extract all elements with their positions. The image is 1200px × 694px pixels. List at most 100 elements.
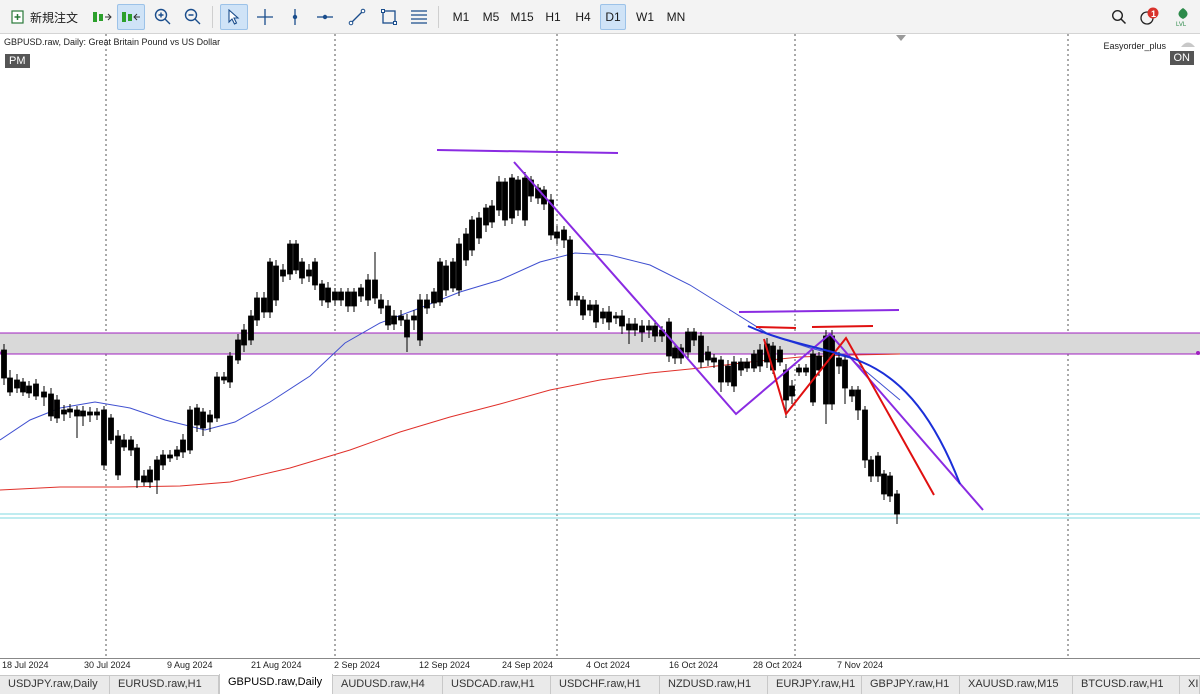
candle-body <box>87 411 93 416</box>
chart-canvas <box>0 34 1200 659</box>
candle-body <box>424 299 430 309</box>
candle-body <box>154 459 160 481</box>
chart-tab[interactable]: NZDUSD.raw,H1 <box>660 676 768 694</box>
candle-body <box>626 323 632 331</box>
cursor-icon[interactable] <box>220 4 248 30</box>
candle-body <box>411 315 417 321</box>
candle-body <box>554 231 560 239</box>
candle-body <box>94 411 100 416</box>
candle-body <box>385 305 391 326</box>
chart-tab[interactable]: EURJPY.raw,H1 <box>768 676 862 694</box>
scroll-chart-icon[interactable] <box>88 4 114 30</box>
candle-body <box>587 304 593 311</box>
candle-body <box>803 367 809 373</box>
candle-body <box>338 291 344 301</box>
chart-tab[interactable]: USDCAD.raw,H1 <box>443 676 551 694</box>
zoom-in-icon[interactable] <box>150 4 176 30</box>
chart-tab[interactable]: XAUUSD.raw,M15 <box>960 676 1073 694</box>
candle-body <box>160 454 166 466</box>
chart-tab[interactable]: EURUSD.raw,H1 <box>110 676 219 694</box>
new-order-button[interactable]: 新規注文 <box>6 4 82 30</box>
candle-body <box>456 243 462 291</box>
date-label: 21 Aug 2024 <box>251 660 302 670</box>
candle-body <box>606 311 612 323</box>
candle-body <box>365 279 371 301</box>
candle-body <box>469 219 475 251</box>
chart-shift-marker-icon[interactable] <box>895 34 907 42</box>
chart-tab[interactable]: XI <box>1180 676 1200 694</box>
candle-body <box>61 409 67 415</box>
search-icon[interactable] <box>1106 4 1132 30</box>
notifications-icon[interactable]: 1 <box>1136 4 1162 30</box>
crosshair-icon[interactable] <box>252 4 278 30</box>
candle-body <box>561 229 567 241</box>
candle-body <box>299 261 305 279</box>
candle-body <box>115 435 121 476</box>
chart-tab[interactable]: BTCUSD.raw,H1 <box>1073 676 1180 694</box>
horizontal-line-icon[interactable] <box>312 4 338 30</box>
candle-body <box>319 283 325 301</box>
candle-body <box>41 391 47 398</box>
candle-body <box>194 407 200 426</box>
date-label: 18 Jul 2024 <box>2 660 49 670</box>
expert-advisor-label: Easyorder_plus <box>1103 41 1166 51</box>
candle-body <box>783 369 789 401</box>
date-label: 30 Jul 2024 <box>84 660 131 670</box>
timeframe-d1[interactable]: D1 <box>600 4 626 30</box>
chart-tab[interactable]: GBPJPY.raw,H1 <box>862 676 960 694</box>
candle-body <box>522 177 528 221</box>
candle-body <box>26 385 32 394</box>
candle-body <box>711 357 717 363</box>
autotrading-on-badge[interactable]: ON <box>1169 51 1194 65</box>
candle-body <box>254 297 260 321</box>
candle-body <box>816 355 822 371</box>
candle-body <box>509 177 515 219</box>
price-chart[interactable]: GBPUSD.raw, Daily: Great Britain Pound v… <box>0 34 1200 659</box>
candle-body <box>646 325 652 331</box>
candle-body <box>14 379 20 389</box>
red-wave-line <box>763 336 935 496</box>
candle-body <box>450 261 456 289</box>
zoom-out-icon[interactable] <box>180 4 206 30</box>
candle-body <box>332 291 338 301</box>
timeframe-m15[interactable]: M15 <box>508 4 536 30</box>
chart-tab[interactable]: AUDUSD.raw,H4 <box>333 676 443 694</box>
candle-body <box>187 409 193 451</box>
candle-body <box>280 269 286 277</box>
fibonacci-icon[interactable] <box>406 4 432 30</box>
timeframe-m1[interactable]: M1 <box>448 4 474 30</box>
candle-body <box>502 181 508 221</box>
candle-body <box>358 287 364 297</box>
autoscroll-icon[interactable] <box>117 4 145 30</box>
date-label: 28 Oct 2024 <box>753 660 803 670</box>
candle-body <box>725 365 731 383</box>
candle-body <box>67 408 73 413</box>
candle-body <box>632 323 638 331</box>
date-label: 7 Nov 2024 <box>837 660 884 670</box>
candle-body <box>496 181 502 211</box>
candle-body <box>476 217 482 239</box>
candle-body <box>306 269 312 277</box>
chart-tab[interactable]: GBPUSD.raw,Daily <box>219 674 333 694</box>
date-label: 4 Oct 2024 <box>586 660 631 670</box>
candle-body <box>404 319 410 338</box>
rectangle-icon[interactable] <box>376 4 402 30</box>
candle-body <box>580 299 586 316</box>
candle-body <box>777 349 783 363</box>
timeframe-w1[interactable]: W1 <box>632 4 658 30</box>
signal-icon[interactable]: LVL <box>1170 4 1196 30</box>
candle-body <box>515 179 521 211</box>
chart-tab[interactable]: USDJPY.raw,Daily <box>0 676 110 694</box>
timeframe-m5[interactable]: M5 <box>478 4 504 30</box>
timeframe-mn[interactable]: MN <box>662 4 690 30</box>
timeframe-h4[interactable]: H4 <box>570 4 596 30</box>
vertical-line-icon[interactable] <box>282 4 308 30</box>
candle-body <box>345 291 351 307</box>
candle-body <box>207 414 213 423</box>
timeframe-h1[interactable]: H1 <box>540 4 566 30</box>
chart-tabs: USDJPY.raw,Daily EURUSD.raw,H1 GBPUSD.raw,… <box>0 674 1200 694</box>
candle-body <box>378 299 384 309</box>
chart-tab[interactable]: USDCHF.raw,H1 <box>551 676 660 694</box>
trendline-icon[interactable] <box>344 4 370 30</box>
time-axis: 18 Jul 2024 30 Jul 2024 9 Aug 2024 21 Au… <box>0 658 1200 671</box>
